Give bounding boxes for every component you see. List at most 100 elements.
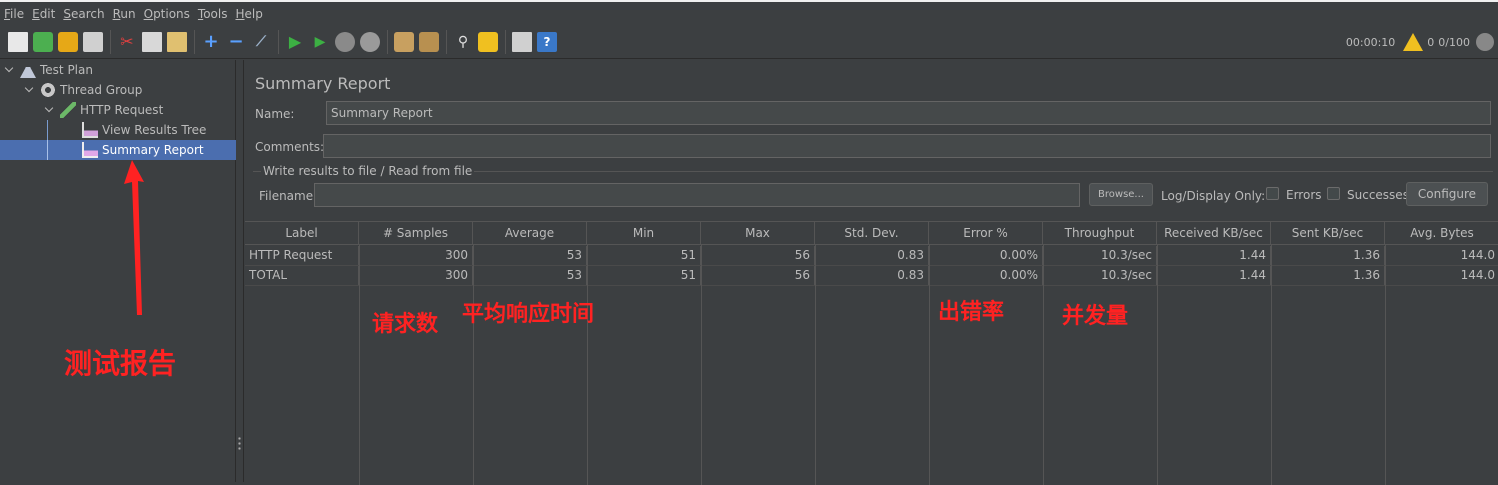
menu-tools[interactable]: Tools	[198, 7, 228, 21]
toolbar-separator	[278, 29, 279, 54]
reset-search-icon[interactable]	[478, 31, 498, 52]
function-helper-icon[interactable]	[512, 31, 532, 52]
warning-count: 0	[1427, 35, 1435, 49]
column-header-sent-kb[interactable]: Sent KB/sec	[1271, 222, 1385, 244]
tree-item-http-request[interactable]: HTTP Request	[44, 100, 163, 120]
menu-run[interactable]: Run	[113, 7, 136, 21]
toolbar-separator	[110, 29, 111, 54]
clear-all-icon[interactable]	[419, 31, 439, 52]
menu-search[interactable]: Search	[63, 7, 104, 21]
column-header-max[interactable]: Max	[701, 222, 815, 244]
gear-icon	[40, 82, 56, 98]
remote-icon[interactable]	[1476, 33, 1494, 51]
column-header-avg-bytes[interactable]: Avg. Bytes	[1385, 222, 1498, 244]
table-row[interactable]: HTTP Request 300 53 51 56 0.83 0.00% 10.…	[245, 246, 1498, 266]
menu-help[interactable]: Help	[236, 7, 263, 21]
copy-icon[interactable]	[142, 31, 162, 52]
tree-item-thread-group[interactable]: Thread Group	[24, 80, 142, 100]
chevron-down-icon[interactable]	[24, 85, 34, 95]
menu-edit[interactable]: Edit	[32, 7, 55, 21]
drag-handle-icon[interactable]	[238, 436, 241, 450]
help-icon[interactable]: ?	[537, 31, 557, 52]
tree-item-test-plan[interactable]: Test Plan	[4, 60, 93, 80]
annotation-requests: 请求数	[372, 312, 439, 337]
column-header-throughput[interactable]: Throughput	[1043, 222, 1157, 244]
collapse-icon[interactable]: −	[226, 31, 246, 52]
column-header-error-pct[interactable]: Error %	[929, 222, 1043, 244]
menu-bar: File Edit Search Run Options Tools Help	[0, 0, 1498, 25]
successes-label: Successes	[1347, 188, 1409, 202]
column-divider	[1157, 245, 1158, 485]
toolbar-separator	[194, 29, 195, 54]
column-header-std-dev[interactable]: Std. Dev.	[815, 222, 929, 244]
stop-icon[interactable]	[335, 31, 355, 52]
active-threads: 0/100	[1438, 35, 1470, 49]
table-cell: 51	[587, 246, 701, 265]
column-header-received-kb[interactable]: Received KB/sec	[1157, 222, 1271, 244]
table-cell: 300	[359, 266, 473, 285]
chevron-down-icon[interactable]	[44, 105, 54, 115]
browse-button[interactable]: Browse...	[1089, 183, 1153, 206]
filename-field[interactable]	[314, 183, 1080, 207]
column-divider	[701, 245, 702, 485]
toolbar: ✂ + − ⟋ ▶ ▶ ⚲ ? 00:00:10 0 0/100	[0, 25, 1498, 59]
menu-options[interactable]: Options	[144, 7, 190, 21]
table-row[interactable]: TOTAL 300 53 51 56 0.83 0.00% 10.3/sec 1…	[245, 266, 1498, 286]
table-cell: HTTP Request	[245, 246, 359, 265]
column-divider	[1043, 245, 1044, 485]
table-cell: 1.36	[1271, 266, 1385, 285]
test-plan-tree: Test Plan Thread Group HTTP Request View…	[0, 60, 236, 482]
toggle-icon[interactable]: ⟋	[251, 32, 271, 52]
save-icon[interactable]	[83, 31, 103, 52]
annotation-avg-response-time: 平均响应时间	[462, 302, 595, 327]
table-cell: 10.3/sec	[1043, 246, 1157, 265]
column-header-samples[interactable]: # Samples	[359, 222, 473, 244]
successes-checkbox[interactable]	[1327, 187, 1340, 200]
start-no-pauses-icon[interactable]: ▶	[310, 32, 330, 52]
tree-item-summary-report[interactable]: Summary Report	[0, 140, 236, 160]
annotation-concurrency: 并发量	[1062, 304, 1129, 329]
table-cell: 300	[359, 246, 473, 265]
table-cell: 0.00%	[929, 266, 1043, 285]
clear-icon[interactable]	[394, 31, 414, 52]
open-icon[interactable]	[58, 31, 78, 52]
table-cell: 10.3/sec	[1043, 266, 1157, 285]
menu-file[interactable]: File	[4, 7, 24, 21]
paste-icon[interactable]	[167, 31, 187, 52]
configure-button[interactable]: Configure	[1406, 182, 1488, 206]
flask-icon	[20, 62, 36, 78]
table-cell: 51	[587, 266, 701, 285]
column-header-average[interactable]: Average	[473, 222, 587, 244]
table-cell: 53	[473, 266, 587, 285]
graph-icon	[82, 122, 98, 138]
arrow-icon	[124, 160, 144, 315]
column-header-min[interactable]: Min	[587, 222, 701, 244]
column-header-label[interactable]: Label	[245, 222, 359, 244]
name-field[interactable]: Summary Report	[326, 101, 1491, 125]
table-cell: 0.83	[815, 266, 929, 285]
page-title: Summary Report	[255, 74, 391, 93]
column-divider	[1271, 245, 1272, 485]
shutdown-icon[interactable]	[360, 31, 380, 52]
cut-icon[interactable]: ✂	[117, 32, 137, 52]
table-cell: 144.0	[1460, 248, 1495, 262]
split-pane-divider[interactable]	[236, 60, 244, 482]
expand-icon[interactable]: +	[201, 31, 221, 52]
comments-label: Comments:	[255, 140, 325, 154]
annotation-error-rate: 出错率	[938, 300, 1005, 325]
start-icon[interactable]: ▶	[285, 32, 305, 52]
table-cell: TOTAL	[245, 266, 359, 285]
toolbar-separator	[505, 29, 506, 54]
column-divider	[815, 245, 816, 485]
templates-icon[interactable]	[33, 31, 53, 52]
chevron-down-icon[interactable]	[4, 65, 14, 75]
column-divider	[359, 245, 360, 485]
tree-item-view-results-tree[interactable]: View Results Tree	[82, 120, 206, 140]
comments-field[interactable]	[323, 134, 1491, 158]
toolbar-separator	[446, 29, 447, 54]
errors-checkbox[interactable]	[1266, 187, 1279, 200]
summary-report-panel: Summary Report Name: Summary Report Comm…	[245, 60, 1498, 485]
warning-icon[interactable]	[1403, 33, 1424, 51]
new-icon[interactable]	[8, 31, 28, 52]
search-icon[interactable]: ⚲	[453, 32, 473, 52]
